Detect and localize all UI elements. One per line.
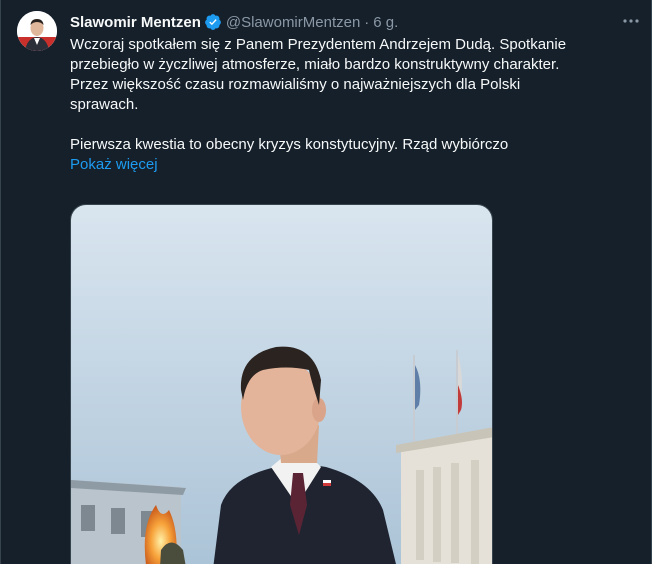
author-handle[interactable]: @SlawomirMentzen xyxy=(226,14,360,31)
tweet-text: Wczoraj spotkałem się z Panem Prezydente… xyxy=(70,35,640,175)
more-options-button[interactable] xyxy=(620,10,642,32)
tweet-header: Slawomir Mentzen @SlawomirMentzen · 6 g. xyxy=(70,11,398,33)
tweet-photo[interactable] xyxy=(70,204,493,564)
timestamp[interactable]: 6 g. xyxy=(373,14,398,31)
tweet-paragraph-2: Pierwsza kwestia to obecny kryzys konsty… xyxy=(70,136,509,153)
tweet-paragraph-1: Wczoraj spotkałem się z Panem Prezydente… xyxy=(70,36,567,113)
tweet[interactable]: Slawomir Mentzen @SlawomirMentzen · 6 g.… xyxy=(0,0,652,564)
verified-badge-icon xyxy=(204,14,221,30)
more-options-icon xyxy=(623,19,639,23)
avatar[interactable] xyxy=(17,11,57,51)
header-separator: · xyxy=(364,13,370,31)
show-more-link[interactable]: Pokaż więcej xyxy=(70,155,640,175)
author-name[interactable]: Slawomir Mentzen xyxy=(70,14,201,31)
